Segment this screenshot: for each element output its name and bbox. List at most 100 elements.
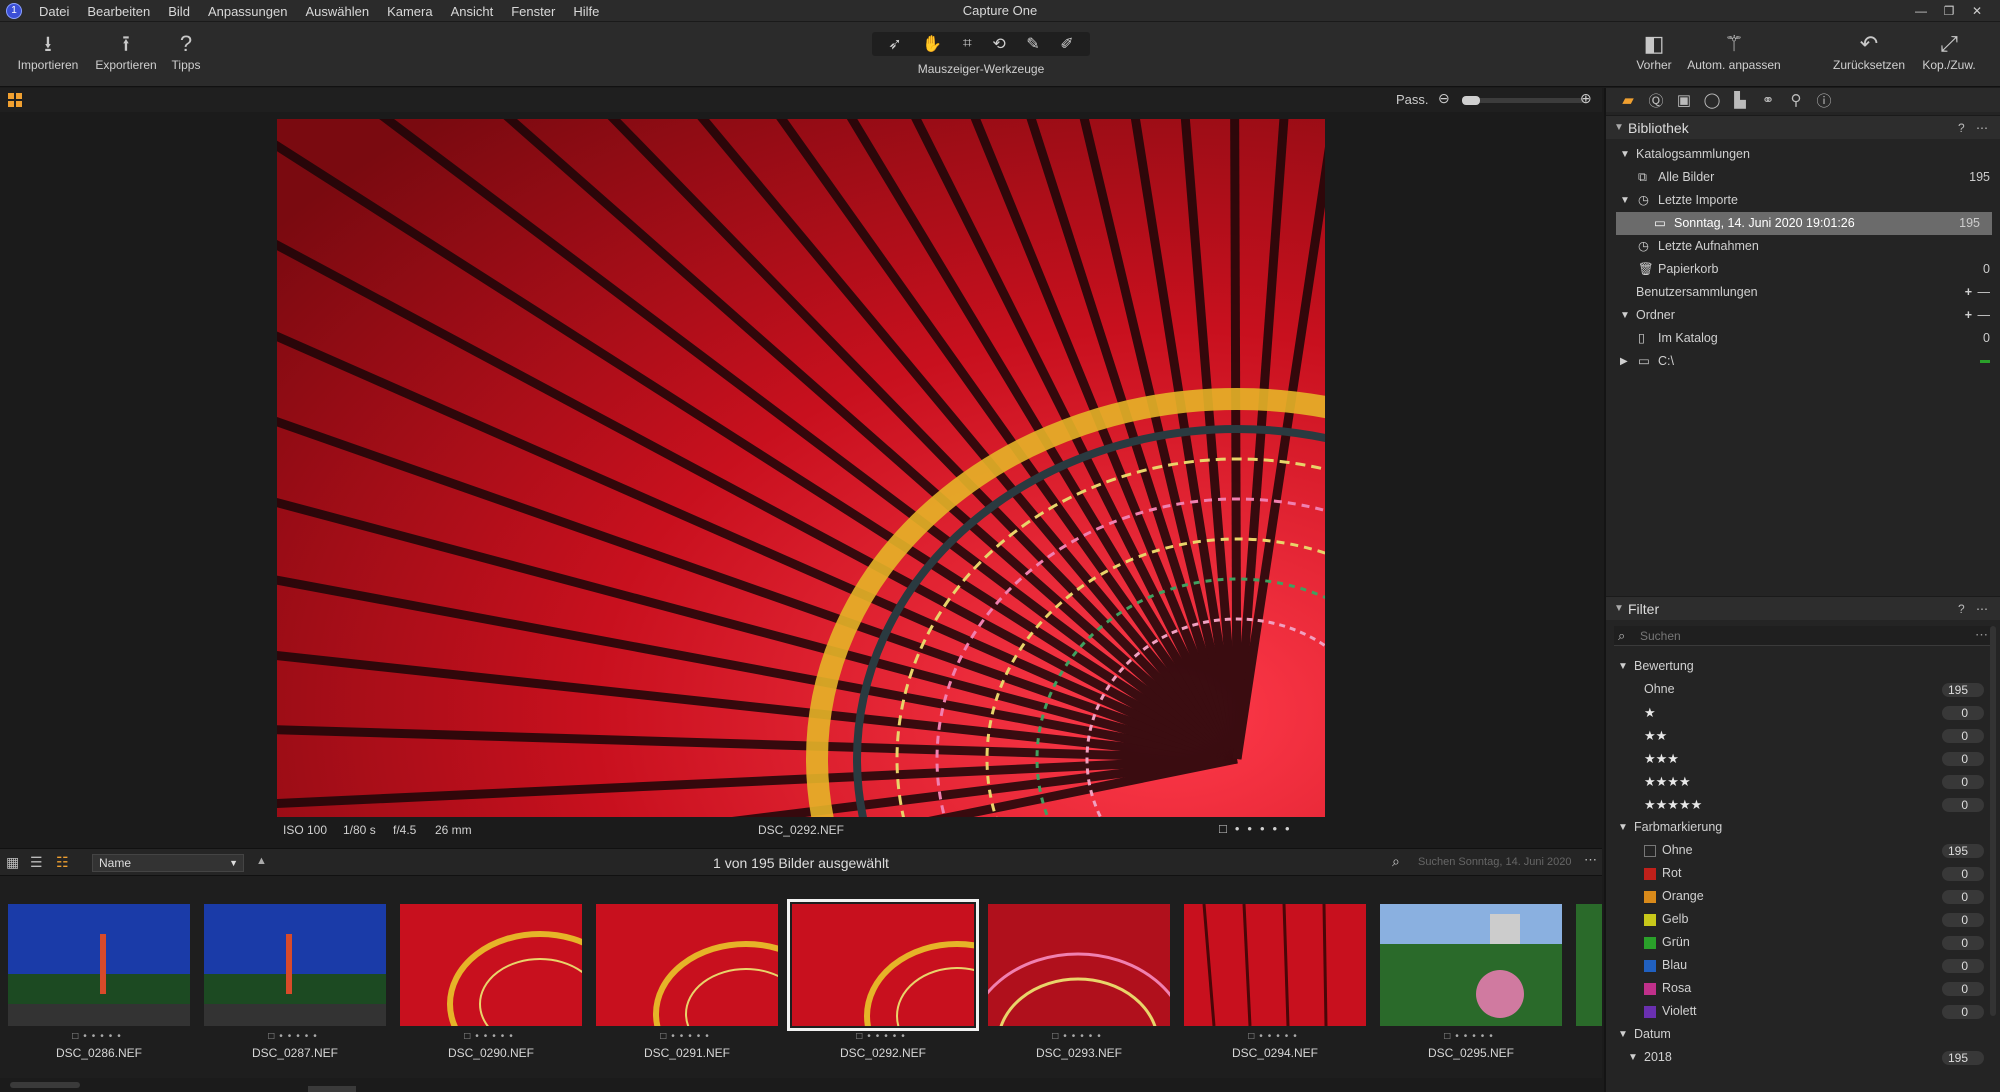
filmstrip-scrollbar[interactable] bbox=[0, 1078, 1602, 1092]
reset-button[interactable]: ↶ Zurücksetzen bbox=[1828, 30, 1910, 72]
panel-options-icon[interactable]: ? ⋯ bbox=[1958, 597, 1992, 621]
filter-scrollbar[interactable] bbox=[1990, 626, 1996, 1016]
rating-dots[interactable]: □••••• bbox=[596, 1031, 778, 1042]
catalog-collections-row[interactable]: ▼ Katalogsammlungen bbox=[1606, 143, 2000, 166]
zoom-slider[interactable] bbox=[1462, 96, 1584, 105]
rating-dots[interactable]: □••••• bbox=[1219, 821, 1298, 836]
thumbnail-name: DSC_0292.NEF bbox=[839, 1046, 927, 1060]
remove-icon[interactable]: — bbox=[1978, 304, 1991, 327]
zoom-fit-label[interactable]: Pass. bbox=[1396, 92, 1429, 107]
thumbnail-partial[interactable] bbox=[1576, 904, 1602, 1026]
lens-tab-icon[interactable]: ▣ bbox=[1670, 91, 1698, 109]
browser-search-input[interactable]: Suchen Sonntag, 14. Juni 2020 bbox=[1418, 856, 1572, 868]
in-catalog-row[interactable]: ▯ Im Katalog 0 bbox=[1606, 327, 2000, 350]
scrollbar-thumb[interactable] bbox=[10, 1082, 80, 1088]
more-icon[interactable]: ⋯ bbox=[1584, 852, 1597, 868]
rating-dots[interactable]: □••••• bbox=[8, 1031, 190, 1042]
rating-filter-row[interactable]: ★★★ 0 bbox=[1606, 747, 2000, 770]
copy-apply-button[interactable]: ⤢ Kop./Zuw. bbox=[1914, 30, 1984, 72]
all-images-row[interactable]: ⧉ Alle Bilder 195 bbox=[1606, 166, 2000, 189]
rating-dots[interactable]: □••••• bbox=[204, 1031, 386, 1042]
restore-icon[interactable]: ❐ bbox=[1936, 2, 1962, 20]
color-filter-row[interactable]: Violett 0 bbox=[1606, 1000, 2000, 1023]
recent-imports-row[interactable]: ▼ ◷ Letzte Importe bbox=[1606, 189, 2000, 212]
grid-view-icon[interactable] bbox=[8, 93, 22, 107]
select-cursor-icon[interactable]: ➶ bbox=[888, 34, 901, 54]
chevron-down-icon: ▼ bbox=[1618, 661, 1628, 672]
import-button[interactable]: ⭳ Importieren bbox=[12, 30, 84, 72]
filter-search-input[interactable]: Suchen bbox=[1640, 629, 1681, 643]
close-icon[interactable]: ✕ bbox=[1964, 2, 1990, 20]
add-icon[interactable]: + bbox=[1965, 281, 1972, 304]
rotate-icon[interactable]: ⟲ bbox=[992, 34, 1005, 54]
color-filter-row[interactable]: Grün 0 bbox=[1606, 931, 2000, 954]
rating-header[interactable]: ▼ Bewertung bbox=[1606, 655, 2000, 678]
thumbnail[interactable] bbox=[204, 904, 386, 1026]
tips-button[interactable]: ? Tipps bbox=[166, 30, 206, 72]
crop-icon[interactable]: ⌗ bbox=[963, 35, 972, 53]
thumbnail-selected[interactable] bbox=[787, 899, 979, 1031]
library-tab-icon[interactable]: ▰ bbox=[1614, 91, 1642, 109]
clock-icon: ◷ bbox=[1638, 239, 1649, 253]
filter-header[interactable]: ▼ Filter ? ⋯ bbox=[1606, 596, 2000, 620]
before-label: Vorher bbox=[1636, 58, 1672, 72]
info-tab-icon[interactable]: ⓘ bbox=[1810, 90, 1838, 111]
add-icon[interactable]: + bbox=[1965, 304, 1972, 327]
thumbnail[interactable] bbox=[596, 904, 778, 1026]
remove-icon[interactable]: — bbox=[1978, 281, 1991, 304]
main-image-umbrella[interactable] bbox=[277, 119, 1325, 817]
rating-filter-row[interactable]: ★ 0 bbox=[1606, 701, 2000, 724]
color-filter-row[interactable]: Orange 0 bbox=[1606, 885, 2000, 908]
zoom-in-icon[interactable]: ⊕ bbox=[1580, 90, 1592, 107]
brush-icon[interactable]: ✎ bbox=[1026, 34, 1039, 54]
trash-row[interactable]: 🗑 Papierkorb 0 bbox=[1606, 258, 2000, 281]
picker-icon[interactable]: ✐ bbox=[1060, 34, 1073, 54]
rating-dots[interactable]: □••••• bbox=[1184, 1031, 1366, 1042]
thumbnail[interactable] bbox=[1380, 904, 1562, 1026]
year-row[interactable]: ▼ 2018 195 bbox=[1606, 1046, 2000, 1069]
thumbnail-name: DSC_0286.NEF bbox=[55, 1046, 143, 1060]
color-filter-row[interactable]: Rosa 0 bbox=[1606, 977, 2000, 1000]
thumbnail[interactable] bbox=[8, 904, 190, 1026]
panel-options-icon[interactable]: ? ⋯ bbox=[1958, 116, 1992, 140]
rating-filter-row[interactable]: ★★★★★ 0 bbox=[1606, 793, 2000, 816]
import-entry-row[interactable]: ▭ Sonntag, 14. Juni 2020 19:01:26 195 bbox=[1616, 212, 1992, 235]
auto-adjust-button[interactable]: ⚚ Autom. anpassen bbox=[1684, 30, 1784, 72]
rating-dots[interactable]: □••••• bbox=[400, 1031, 582, 1042]
zoom-out-icon[interactable]: ⊖ bbox=[1438, 90, 1450, 107]
thumbnail[interactable] bbox=[1184, 904, 1366, 1026]
date-header[interactable]: ▼ Datum bbox=[1606, 1023, 2000, 1046]
color-filter-row[interactable]: Blau 0 bbox=[1606, 954, 2000, 977]
rating-dots[interactable]: □••••• bbox=[792, 1031, 974, 1042]
thumbnail[interactable] bbox=[400, 904, 582, 1026]
library-header[interactable]: ▼ Bibliothek ? ⋯ bbox=[1606, 115, 2000, 139]
rating-filter-row[interactable]: Ohne 195 bbox=[1606, 678, 2000, 701]
color-filter-row[interactable]: Rot 0 bbox=[1606, 862, 2000, 885]
drive-row[interactable]: ▶ ▭ C:\ bbox=[1606, 350, 2000, 373]
more-icon[interactable]: ⋯ bbox=[1975, 627, 1988, 643]
color-tab-icon[interactable]: ◯ bbox=[1698, 91, 1726, 109]
color-tag-header[interactable]: ▼ Farbmarkierung bbox=[1606, 816, 2000, 839]
rating-filter-row[interactable]: ★★★★ 0 bbox=[1606, 770, 2000, 793]
pan-hand-icon[interactable]: ✋ bbox=[922, 34, 942, 54]
color-count-pill: 195 bbox=[1942, 844, 1984, 858]
color-filter-row[interactable]: Ohne 195 bbox=[1606, 839, 2000, 862]
rating-filter-row[interactable]: ★★ 0 bbox=[1606, 724, 2000, 747]
folders-row[interactable]: ▼ Ordner + — bbox=[1606, 304, 2000, 327]
adjust-tab-icon[interactable]: ⚲ bbox=[1782, 91, 1810, 109]
exposure-tab-icon[interactable]: ▙ bbox=[1726, 91, 1754, 109]
capture-tab-icon[interactable]: Ⓠ bbox=[1642, 90, 1670, 111]
rating-dots[interactable]: □••••• bbox=[988, 1031, 1170, 1042]
user-collections-row[interactable]: Benutzersammlungen + — bbox=[1606, 281, 2000, 304]
recent-captures-row[interactable]: ◷ Letzte Aufnahmen bbox=[1606, 235, 2000, 258]
before-button[interactable]: ◧ Vorher bbox=[1624, 30, 1684, 72]
zoom-slider-handle[interactable] bbox=[1462, 96, 1480, 105]
clock-icon: ◷ bbox=[1638, 193, 1649, 207]
minimize-icon[interactable]: — bbox=[1908, 2, 1934, 20]
rating-dots[interactable]: □••••• bbox=[1380, 1031, 1562, 1042]
thumbnail[interactable] bbox=[988, 904, 1170, 1026]
color-filter-row[interactable]: Gelb 0 bbox=[1606, 908, 2000, 931]
filter-search-field[interactable]: ⌕ Suchen ⋯ bbox=[1614, 626, 1992, 646]
details-tab-icon[interactable]: ⚭ bbox=[1754, 91, 1782, 109]
export-button[interactable]: ⭱ Exportieren bbox=[88, 30, 164, 72]
